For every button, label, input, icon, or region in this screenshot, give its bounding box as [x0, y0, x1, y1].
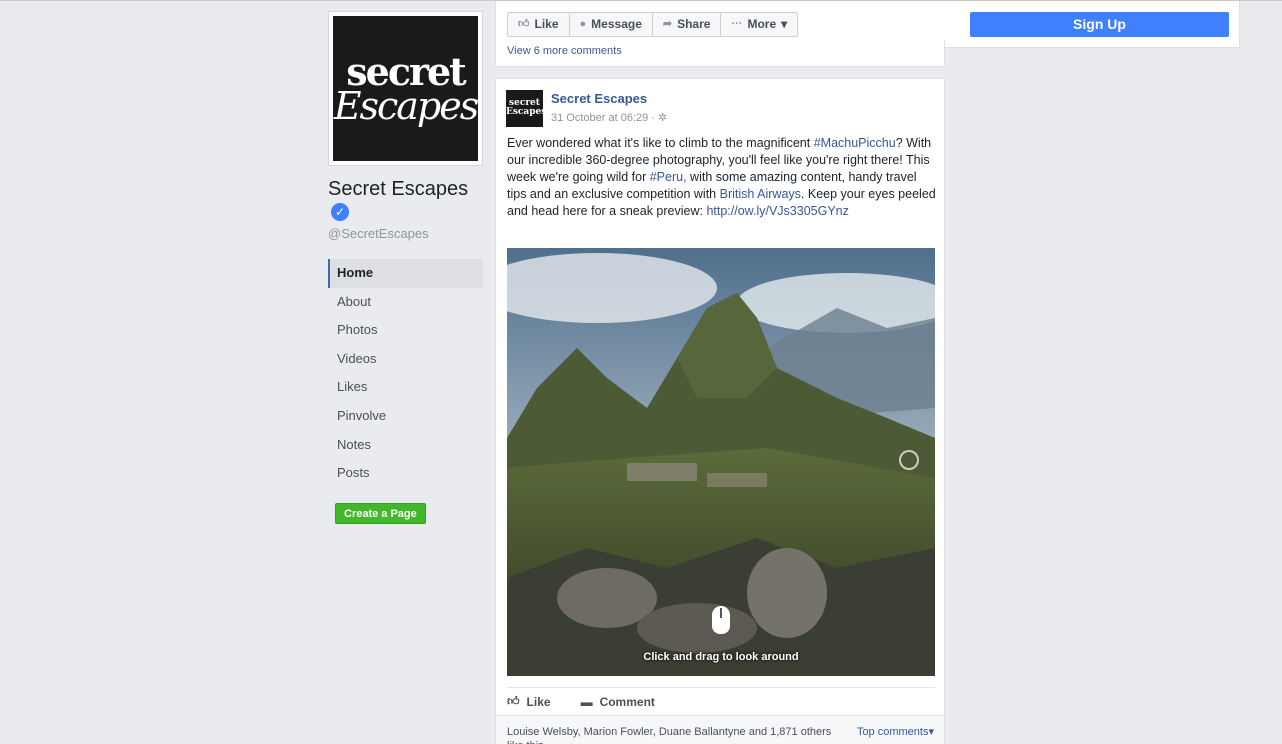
hashtag-machupicchu[interactable]: #MachuPicchu	[814, 136, 896, 150]
post-comment-label: Comment	[599, 694, 655, 709]
divider	[507, 687, 935, 688]
share-button[interactable]: ➦ Share	[653, 13, 722, 36]
more-dots-icon: ···	[731, 18, 743, 30]
hashtag-peru[interactable]: #Peru,	[650, 170, 687, 184]
message-button[interactable]: ● Message	[570, 13, 653, 36]
nav-item-likes[interactable]: Likes	[328, 373, 483, 402]
nav-item-about[interactable]: About	[328, 288, 483, 317]
post-avatar-text: secret Escapes	[506, 98, 547, 117]
messenger-icon: ●	[579, 18, 587, 30]
previous-post-footer: View 6 more comments	[495, 40, 945, 67]
post-timestamp[interactable]: 31 October at 06:29 · ✲	[551, 111, 667, 124]
brand-logo: secret Escapes	[333, 16, 479, 161]
thumbs-up-icon: 👍︎	[518, 18, 530, 30]
nav-item-home[interactable]: Home	[328, 259, 483, 288]
sign-up-button[interactable]: Sign Up	[970, 12, 1229, 37]
globe-icon: ✲	[658, 112, 668, 124]
nav-item-videos[interactable]: Videos	[328, 345, 483, 374]
top-comments-dropdown[interactable]: Top comments▾	[857, 725, 934, 738]
verified-badge-icon: ✓	[331, 203, 349, 221]
nav-item-notes[interactable]: Notes	[328, 431, 483, 460]
top-comments-label: Top comments	[856, 726, 929, 738]
post-body: Ever wondered what it's like to climb to…	[507, 135, 937, 220]
view-more-comments-link[interactable]: View 6 more comments	[507, 45, 622, 57]
nav-item-photos[interactable]: Photos	[328, 316, 483, 345]
post-link[interactable]: http://ow.ly/VJs3305GYnz	[706, 204, 848, 218]
like-page-button[interactable]: 👍︎ Like	[508, 13, 570, 36]
post-avatar[interactable]: secret Escapes	[506, 90, 547, 127]
page-action-buttons: 👍︎ Like ● Message ➦ Share ··· More ▾	[507, 12, 799, 37]
post-text-part-1: Ever wondered what it's like to climb to…	[507, 136, 814, 150]
panorama-viewer[interactable]: Click and drag to look around	[507, 248, 935, 676]
comment-bubble-icon: ▬	[580, 694, 593, 709]
thumbs-up-icon: 👍︎	[507, 694, 520, 708]
likes-summary[interactable]: Louise Welsby, Marion Fowler, Duane Ball…	[507, 725, 847, 744]
more-button[interactable]: ··· More ▾	[721, 13, 797, 36]
post-actions: 👍︎ Like ▬ Comment	[507, 694, 655, 709]
nav-item-posts[interactable]: Posts	[328, 459, 483, 488]
post-timestamp-text: 31 October at 06:29 ·	[551, 112, 655, 124]
post-like-label: Like	[526, 694, 551, 709]
compass-icon[interactable]	[899, 450, 919, 470]
share-label: Share	[677, 17, 711, 31]
mention-british-airways[interactable]: British Airways	[720, 187, 801, 201]
more-label: More	[747, 17, 777, 31]
logo-line-2: Escapes	[333, 83, 479, 128]
mouse-icon	[712, 606, 730, 634]
page-title[interactable]: Secret Escapes ✓	[328, 178, 478, 224]
post-like-button[interactable]: 👍︎ Like	[507, 694, 551, 709]
post-comment-button[interactable]: ▬ Comment	[581, 694, 655, 709]
chevron-down-icon: ▾	[928, 726, 934, 738]
page-title-text: Secret Escapes	[328, 178, 469, 200]
profile-picture[interactable]: secret Escapes	[328, 11, 483, 166]
page-nav: Home About Photos Videos Likes Pinvolve …	[328, 259, 483, 488]
nav-item-pinvolve[interactable]: Pinvolve	[328, 402, 483, 431]
like-page-label: Like	[534, 17, 559, 31]
drag-hint: Click and drag to look around	[643, 651, 799, 663]
post-card: secret Escapes Secret Escapes 31 October…	[495, 78, 945, 744]
chevron-down-icon: ▾	[781, 17, 788, 31]
create-page-button[interactable]: Create a Page	[335, 503, 426, 524]
post-reactions-bar: Louise Welsby, Marion Fowler, Duane Ball…	[496, 715, 944, 744]
page-handle[interactable]: @SecretEscapes	[328, 226, 429, 241]
post-author[interactable]: Secret Escapes	[551, 91, 647, 106]
message-label: Message	[591, 17, 642, 31]
share-arrow-icon: ➦	[662, 18, 673, 30]
